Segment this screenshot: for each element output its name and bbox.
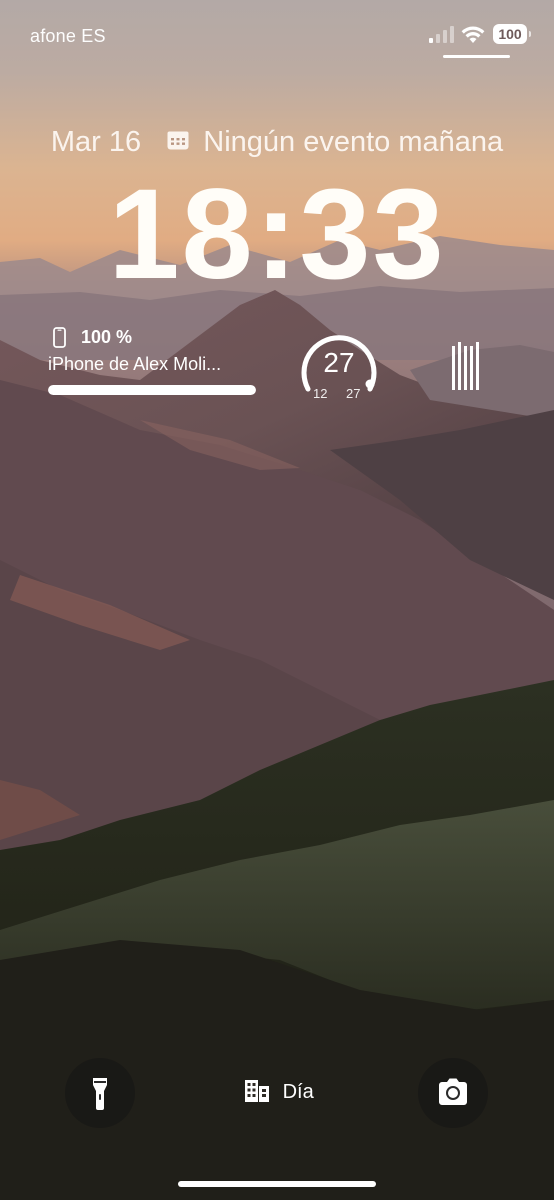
battery-percent: 100 % [81, 327, 133, 347]
iphone-icon [53, 327, 66, 348]
device-name: iPhone de Alex Moli... [48, 354, 222, 374]
current-temperature: 27 [323, 347, 355, 378]
date-widget[interactable]: Mar 16 Ningún evento mañana [0, 125, 554, 159]
focus-label: Día [282, 1081, 314, 1104]
temperature-gauge-widget[interactable]: 27 12 27 [296, 325, 382, 403]
battery-indicator: 100 [493, 24, 531, 44]
flashlight-icon [93, 1078, 107, 1110]
date-label: Mar 16 [50, 125, 142, 158]
min-temperature: 12 [313, 386, 328, 401]
carrier-name: afone ES [30, 26, 106, 46]
next-event-label: Ningún evento mañana [203, 125, 504, 158]
control-center-indicator[interactable] [443, 55, 510, 58]
camera-icon [439, 1078, 467, 1105]
battery-level-fill [48, 385, 256, 395]
barcode-icon[interactable] [450, 342, 480, 392]
lock-screen-clock[interactable]: 18:33 [0, 160, 554, 310]
cellular-signal-icon [429, 26, 454, 43]
wifi-icon [461, 26, 485, 43]
flashlight-button[interactable] [65, 1058, 135, 1128]
home-indicator[interactable] [178, 1181, 376, 1187]
building-icon [245, 1079, 269, 1102]
battery-widget[interactable]: 100 % iPhone de Alex Moli... [48, 325, 258, 400]
camera-button[interactable] [418, 1058, 488, 1128]
calendar-icon [167, 131, 189, 150]
battery-level-bar [48, 385, 256, 395]
focus-mode-indicator[interactable]: Día [245, 1079, 314, 1107]
max-temperature: 27 [346, 386, 361, 401]
